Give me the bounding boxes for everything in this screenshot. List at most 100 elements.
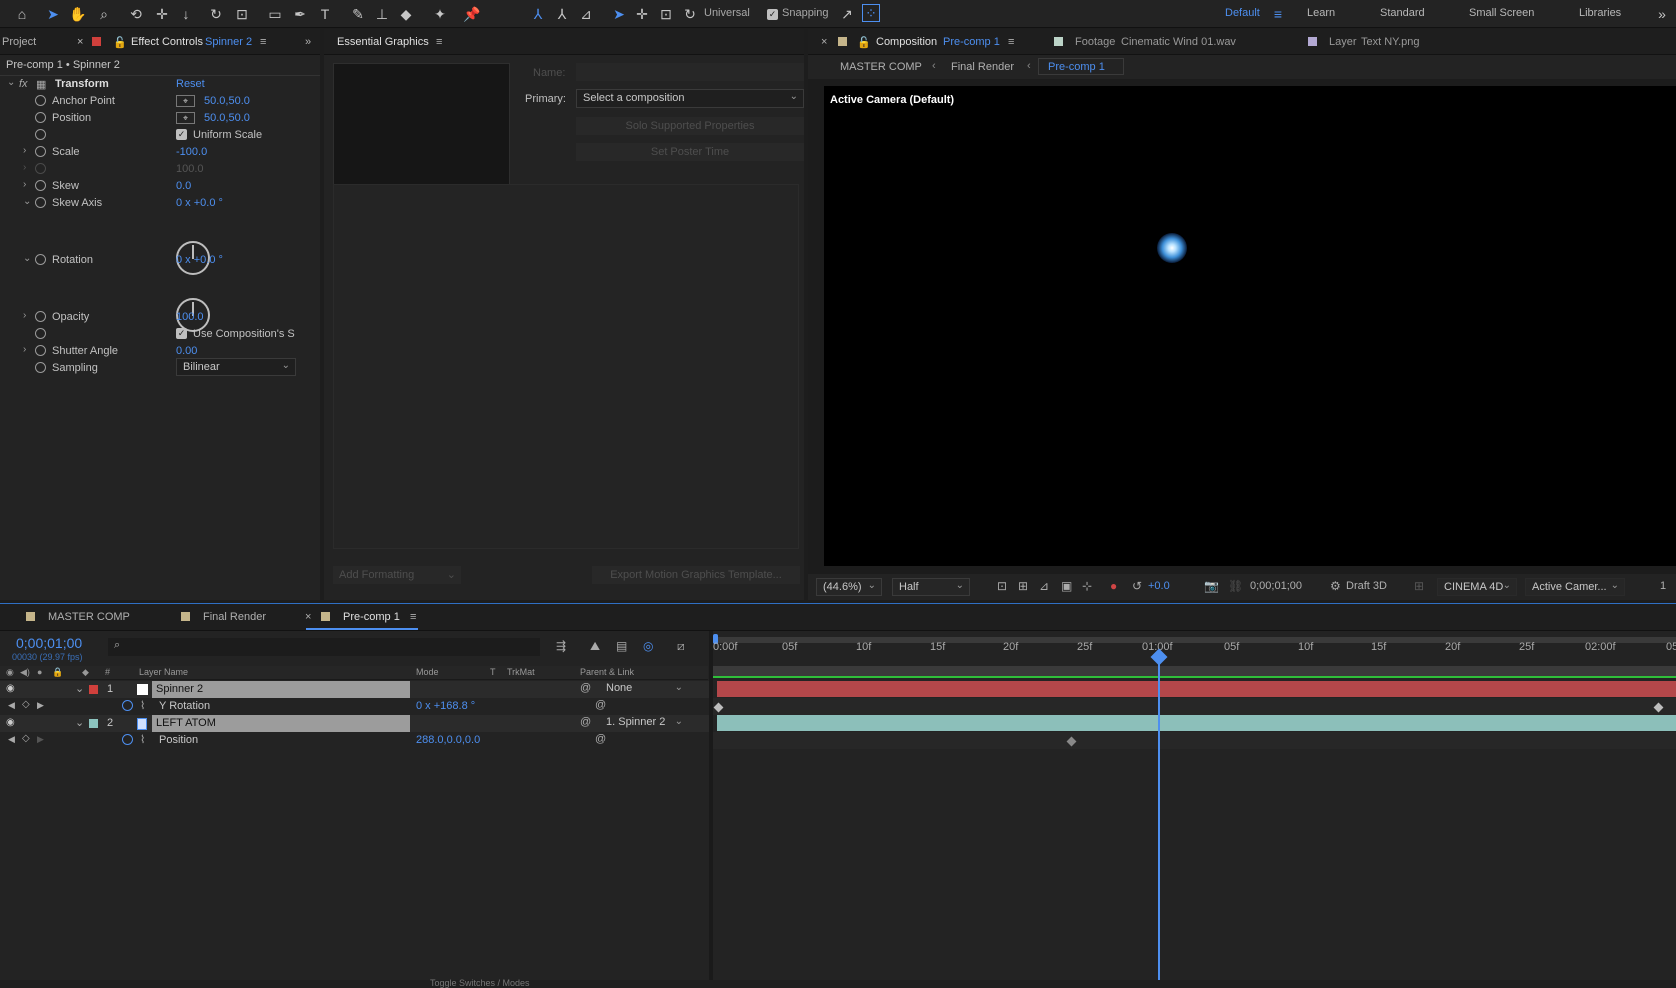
primary-dropdown[interactable]: Select a composition ⌄	[576, 89, 804, 108]
lock-icon[interactable]: 🔓	[857, 36, 871, 49]
prev-keyframe-icon[interactable]: ◀	[8, 700, 15, 711]
pen-tool-icon[interactable]: ✒	[290, 4, 310, 24]
view-dropdown[interactable]: Active Camer... ⌄	[1525, 578, 1625, 596]
universal-select-icon[interactable]: ➤	[609, 4, 629, 24]
snap-option-icon[interactable]: ↗	[837, 4, 857, 24]
stopwatch-icon[interactable]	[35, 311, 46, 322]
motion-blur-icon[interactable]: ◎	[643, 639, 653, 653]
eraser-tool-icon[interactable]: ◆	[396, 4, 416, 24]
search-input[interactable]: ⌕	[108, 638, 540, 656]
next-keyframe-icon[interactable]: ▶	[37, 700, 44, 711]
prev-keyframe-icon[interactable]: ◀	[8, 734, 15, 745]
prop-value[interactable]: 0 x +0.0 °	[176, 197, 223, 209]
pickwhip-icon[interactable]: @	[595, 733, 606, 745]
workspace-small-screen[interactable]: Small Screen	[1469, 7, 1534, 19]
layer-name[interactable]: LEFT ATOM	[156, 717, 216, 729]
layer-bar-1[interactable]	[717, 681, 1676, 697]
snapping-checkbox[interactable]: ✓	[767, 9, 778, 20]
stopwatch-icon[interactable]	[35, 146, 46, 157]
add-formatting-dropdown[interactable]: Add Formatting ⌄	[333, 566, 461, 584]
crosshair-icon[interactable]: ⌖	[176, 112, 195, 124]
tab-project[interactable]: Project	[2, 36, 36, 48]
chevron-right-icon[interactable]: ›	[23, 179, 26, 190]
tab-master-comp[interactable]: MASTER COMP	[48, 611, 130, 623]
comp-viewer[interactable]: Active Camera (Default)	[824, 86, 1676, 566]
audio-icon[interactable]: ◀)	[20, 667, 30, 678]
mask-visibility-icon[interactable]: ⊿	[1039, 579, 1049, 593]
zoom-tool-icon[interactable]: ⌕	[94, 4, 114, 24]
lock-icon[interactable]: 🔓	[113, 36, 127, 49]
playhead-line[interactable]	[1158, 656, 1160, 982]
brush-tool-icon[interactable]: ✎	[348, 4, 368, 24]
col-t[interactable]: T	[490, 667, 496, 677]
layer-color-swatch[interactable]	[89, 685, 98, 694]
hand-tool-icon[interactable]: ✋	[68, 4, 88, 24]
parent-dropdown[interactable]: 1. Spinner 2 ⌄	[600, 715, 688, 732]
stopwatch-icon[interactable]	[35, 328, 46, 339]
workspace-overflow-icon[interactable]: »	[1652, 4, 1672, 24]
parent-dropdown[interactable]: None ⌄	[600, 681, 688, 698]
col-mode[interactable]: Mode	[416, 667, 439, 677]
workspace-libraries[interactable]: Libraries	[1579, 7, 1621, 19]
crumb-pre-comp-1[interactable]: Pre-comp 1	[1038, 58, 1124, 75]
view-axis-icon[interactable]: ⊿	[576, 4, 596, 24]
chevron-right-icon[interactable]: ›	[23, 145, 26, 156]
prop-value[interactable]: 50.0,50.0	[204, 95, 250, 107]
eye-icon[interactable]: ◉	[6, 683, 15, 694]
fast-previews-icon[interactable]: ⊡	[997, 579, 1007, 593]
stopwatch-icon[interactable]	[122, 734, 133, 745]
world-axis-icon[interactable]: ⅄	[552, 4, 572, 24]
property-value[interactable]: 288.0,0.0,0.0	[416, 734, 480, 746]
stopwatch-icon[interactable]	[35, 129, 46, 140]
local-axis-icon[interactable]: ⅄	[528, 4, 548, 24]
export-template-button[interactable]: Export Motion Graphics Template...	[592, 566, 800, 584]
clone-stamp-icon[interactable]: ⊥	[372, 4, 392, 24]
tab-pre-comp-1[interactable]: Pre-comp 1	[343, 611, 400, 623]
prop-value[interactable]: 50.0,50.0	[204, 112, 250, 124]
exposure-value[interactable]: +0.0	[1148, 580, 1170, 592]
chevron-down-icon[interactable]: ⌄	[23, 253, 31, 264]
stopwatch-icon[interactable]	[35, 254, 46, 265]
add-keyframe-icon[interactable]: ◇	[22, 733, 30, 744]
current-time[interactable]: 0;00;01;00	[16, 635, 82, 651]
crosshair-icon[interactable]: ⌖	[176, 95, 195, 107]
col-parent[interactable]: Parent & Link	[580, 667, 634, 677]
expand-panels-icon[interactable]: »	[305, 36, 311, 48]
views-count[interactable]: 1	[1660, 580, 1666, 592]
tab-footage[interactable]: Footage	[1075, 36, 1115, 48]
rectangle-tool-icon[interactable]: ▭	[265, 4, 285, 24]
reset-exposure-icon[interactable]: ↺	[1132, 579, 1142, 593]
tab-composition[interactable]: Composition	[876, 36, 937, 48]
solo-properties-button[interactable]: Solo Supported Properties	[576, 117, 804, 135]
transparency-grid-icon[interactable]: ⊞	[1018, 579, 1028, 593]
roto-brush-icon[interactable]: ✦	[430, 4, 450, 24]
chevron-right-icon[interactable]: ›	[23, 344, 26, 355]
layer-bar-2[interactable]	[717, 715, 1676, 731]
chevron-down-icon[interactable]: ⌄	[75, 716, 84, 729]
orbit-camera-icon[interactable]: ⟲	[126, 4, 146, 24]
pickwhip-icon[interactable]: @	[580, 716, 591, 728]
chevron-right-icon[interactable]: ›	[23, 310, 26, 321]
col-layer-name[interactable]: Layer Name	[139, 667, 188, 677]
stopwatch-icon[interactable]	[35, 197, 46, 208]
tab-layer[interactable]: Layer	[1329, 36, 1357, 48]
solo-icon[interactable]: ●	[37, 667, 42, 677]
pickwhip-icon[interactable]: @	[580, 682, 591, 694]
pan-behind-tool-icon[interactable]: ⊡	[232, 4, 252, 24]
crumb-final-render[interactable]: Final Render	[951, 61, 1014, 73]
fx-icon[interactable]: fx	[19, 78, 28, 90]
layer-name[interactable]: Spinner 2	[156, 683, 203, 695]
composition-flowchart-icon[interactable]: ⇶	[556, 639, 566, 653]
dolly-camera-icon[interactable]: ↓	[176, 4, 196, 24]
show-snapshot-icon[interactable]: ⛓	[1228, 579, 1243, 593]
zoom-dropdown[interactable]: (44.6%) ⌄	[816, 578, 882, 596]
panel-menu-icon[interactable]: ≡	[410, 611, 416, 623]
stopwatch-icon[interactable]	[122, 700, 133, 711]
name-input[interactable]	[576, 63, 804, 81]
panel-divider[interactable]	[709, 631, 713, 988]
set-poster-time-button[interactable]: Set Poster Time	[576, 143, 804, 161]
property-value[interactable]: 0 x +168.8 °	[416, 700, 475, 712]
eye-icon[interactable]: ◉	[6, 667, 14, 678]
graph-icon[interactable]: ⌇	[140, 699, 145, 712]
panel-menu-icon[interactable]: ≡	[1008, 36, 1014, 48]
